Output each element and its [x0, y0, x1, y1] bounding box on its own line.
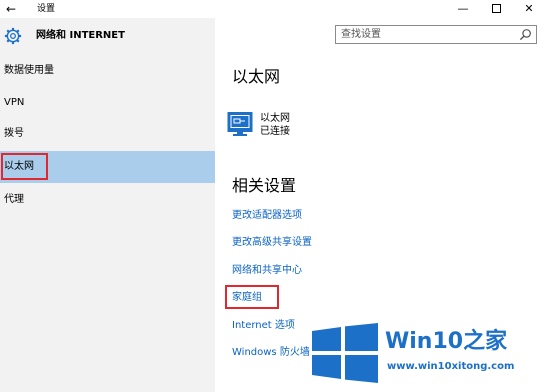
watermark-title: Win10之家: [385, 329, 507, 355]
minimize-button[interactable]: —: [448, 0, 478, 18]
sidebar-item-label: 代理: [4, 194, 24, 205]
sidebar: 网络和 INTERNET 数据使用量 VPN 拨号 以太网 代理: [0, 18, 215, 392]
ethernet-status: 已连接: [260, 126, 290, 137]
section-heading-ethernet: 以太网: [232, 67, 281, 86]
maximize-icon: [491, 3, 501, 13]
sidebar-item-dialup[interactable]: 拨号: [0, 118, 215, 150]
window-title: 设置: [37, 4, 56, 14]
sidebar-item-vpn[interactable]: VPN: [0, 87, 215, 119]
sidebar-item-label: 数据使用量: [4, 65, 54, 76]
link-network-sharing-center[interactable]: 网络和共享中心: [232, 264, 302, 278]
sidebar-item-data-usage[interactable]: 数据使用量: [0, 55, 215, 87]
page-title: 网络和 INTERNET: [36, 30, 125, 41]
ethernet-name: 以太网: [260, 113, 290, 124]
gear-icon: [4, 27, 22, 45]
search-box: [335, 25, 537, 44]
watermark-url: www.win10xitong.com: [387, 361, 515, 372]
search-icon[interactable]: [519, 28, 532, 41]
sidebar-item-label: 拨号: [4, 128, 24, 139]
link-internet-options[interactable]: Internet 选项: [232, 319, 295, 333]
watermark: Win10之家 www.win10xitong.com: [309, 320, 544, 392]
windows-logo-icon: [312, 323, 378, 383]
link-homegroup[interactable]: 家庭组: [232, 291, 262, 305]
link-windows-firewall[interactable]: Windows 防火墙: [232, 346, 310, 360]
title-bar: ← 设置 — ✕: [0, 0, 544, 18]
watermark-title-suffix: 之家: [463, 329, 508, 354]
sidebar-item-proxy[interactable]: 代理: [0, 184, 215, 216]
close-button[interactable]: ✕: [514, 0, 544, 18]
sidebar-item-label: 以太网: [4, 161, 34, 172]
sidebar-item-label: VPN: [4, 97, 25, 108]
ethernet-monitor-icon[interactable]: [227, 111, 253, 137]
back-arrow-icon[interactable]: ←: [6, 2, 16, 16]
sidebar-item-ethernet[interactable]: 以太网: [0, 151, 215, 183]
search-input[interactable]: [336, 26, 514, 43]
link-advanced-sharing-settings[interactable]: 更改高级共享设置: [232, 236, 312, 250]
section-heading-related-settings: 相关设置: [232, 176, 297, 195]
maximize-button[interactable]: [481, 0, 511, 18]
link-change-adapter-options[interactable]: 更改适配器选项: [232, 209, 302, 223]
watermark-title-prefix: Win10: [385, 329, 464, 354]
